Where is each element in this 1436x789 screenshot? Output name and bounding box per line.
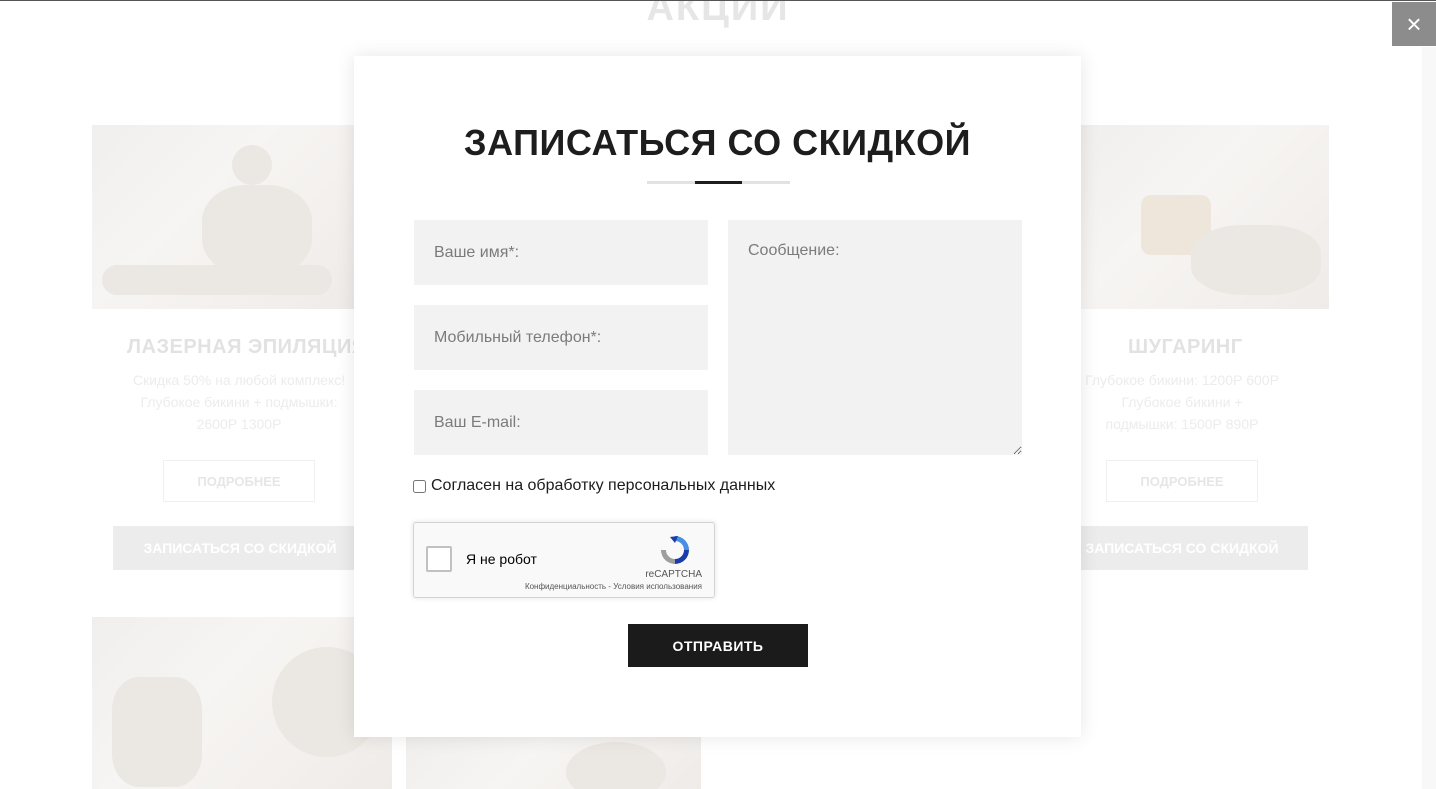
recaptcha-label: Я не робот: [466, 551, 537, 567]
scrollbar-track[interactable]: [1422, 47, 1436, 789]
message-textarea[interactable]: [728, 220, 1022, 455]
promo-image-bottom-middle: [406, 737, 701, 789]
recaptcha-links[interactable]: Конфиденциальность - Условия использован…: [525, 582, 702, 591]
section-title: АКЦИИ: [646, 0, 790, 29]
close-button[interactable]: ×: [1392, 2, 1436, 46]
promo-image-laser: [92, 125, 354, 309]
promo-more-button-sugaring[interactable]: ПОДРОБНЕЕ: [1106, 460, 1258, 502]
modal-title: ЗАПИСАТЬСЯ СО СКИДКОЙ: [464, 122, 971, 163]
promo-title-sugaring: ШУГАРИНГ: [1128, 336, 1243, 358]
signup-modal: ЗАПИСАТЬСЯ СО СКИДКОЙ Согласен на обрабо…: [354, 56, 1081, 737]
consent-label[interactable]: Согласен на обработку персональных данны…: [431, 477, 775, 495]
consent-row: Согласен на обработку персональных данны…: [413, 477, 775, 495]
page: АКЦИИ ЛАЗЕРНАЯ ЭПИЛЯЦИЯ Скидка 50% на лю…: [0, 0, 1436, 789]
promo-cta-button-laser[interactable]: ЗАПИСАТЬСЯ СО СКИДКОЙ: [113, 526, 367, 570]
promo-desc-laser: Скидка 50% на любой комплекс! Глубокое б…: [132, 372, 346, 432]
promo-image-bottom-left: [92, 617, 392, 789]
email-input[interactable]: [414, 390, 708, 455]
name-input[interactable]: [414, 220, 708, 285]
recaptcha-logo-icon: [661, 536, 689, 564]
recaptcha-widget: Я не робот reCAPTCHA Конфиденциальность …: [413, 522, 715, 598]
recaptcha-checkbox[interactable]: [426, 546, 452, 572]
title-divider: [647, 181, 790, 184]
close-icon: ×: [1406, 9, 1422, 39]
promo-title-laser: ЛАЗЕРНАЯ ЭПИЛЯЦИЯ: [127, 336, 367, 358]
promo-more-button-laser[interactable]: ПОДРОБНЕЕ: [163, 460, 315, 502]
promo-cta-button-sugaring[interactable]: ЗАПИСАТЬСЯ СО СКИДКОЙ: [1056, 526, 1308, 570]
promo-desc-sugaring: Глубокое бикини: 1200Р 600Р Глубокое бик…: [1085, 372, 1279, 432]
consent-checkbox[interactable]: [413, 479, 426, 493]
title-divider-accent: [695, 181, 742, 184]
phone-input[interactable]: [414, 305, 708, 370]
promo-image-sugaring: [1081, 125, 1329, 309]
submit-button[interactable]: ОТПРАВИТЬ: [628, 624, 808, 667]
recaptcha-brand: reCAPTCHA: [645, 569, 702, 580]
